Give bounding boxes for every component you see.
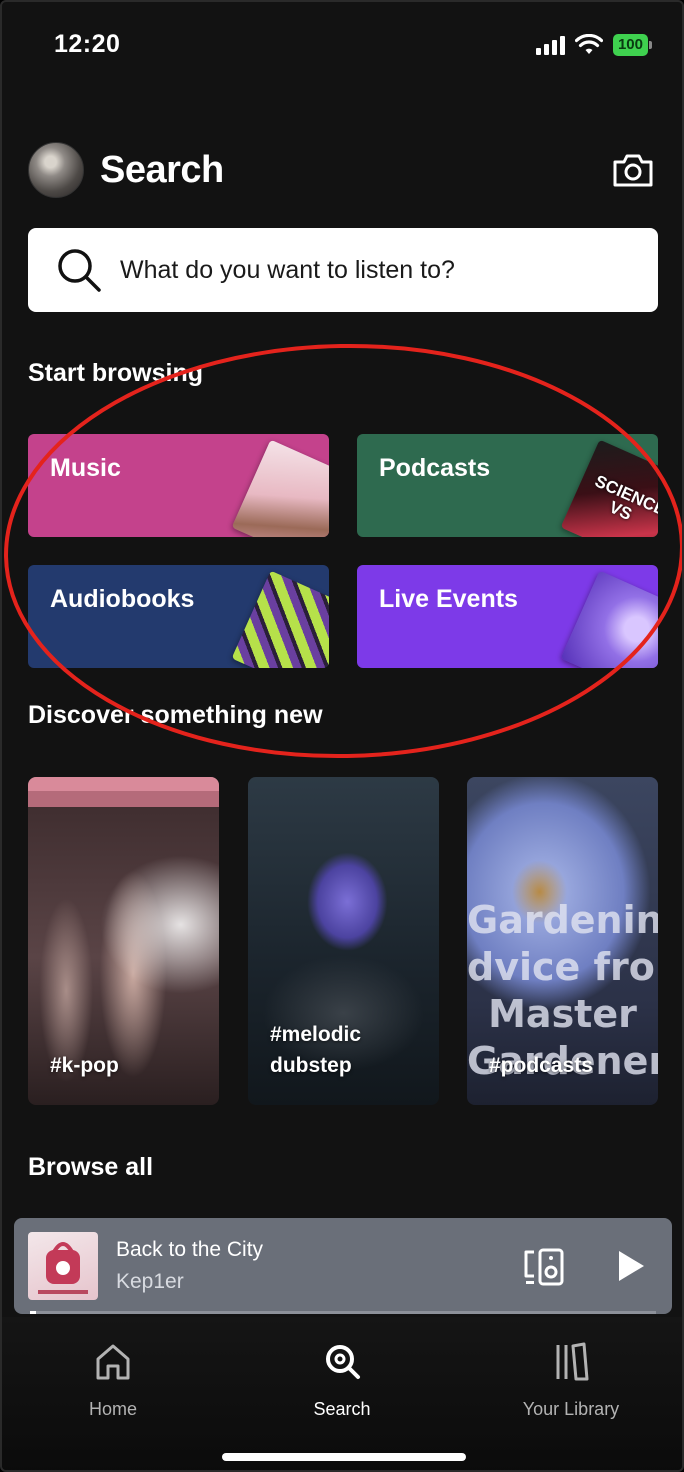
search-icon — [58, 249, 101, 292]
battery-icon: 100 — [612, 34, 653, 56]
wifi-icon — [574, 34, 603, 54]
bottom-nav: Home Search Your Library — [2, 1317, 682, 1470]
camera-button[interactable] — [610, 150, 656, 190]
track-artist: Kep1er — [116, 1270, 184, 1293]
podcast-cover-art: SCIENCE VS — [560, 439, 658, 537]
status-bar: 12:20 100 — [2, 30, 682, 64]
play-icon — [619, 1251, 644, 1281]
discover-card-melodic-dubstep-label: #melodic dubstep — [270, 1019, 361, 1081]
search-input[interactable]: What do you want to listen to? — [28, 228, 658, 312]
status-icons: 100 — [535, 34, 653, 56]
discover-card-podcasts[interactable]: Gardening dvice from Master Gardener #po… — [467, 777, 658, 1105]
nav-home[interactable]: Home — [23, 1339, 203, 1420]
browse-all-heading: Browse all — [28, 1153, 154, 1181]
play-button[interactable] — [612, 1248, 648, 1284]
playback-progress[interactable] — [30, 1311, 656, 1314]
page-title: Search — [100, 148, 224, 191]
bag-art-icon — [38, 1242, 88, 1294]
cellular-signal-icon — [535, 35, 565, 55]
camera-icon — [613, 154, 653, 187]
speaker-device-icon — [524, 1248, 564, 1286]
nav-library[interactable]: Your Library — [481, 1339, 661, 1420]
home-icon — [96, 1344, 130, 1380]
discover-card-podcasts-label: #podcasts — [489, 1054, 593, 1077]
art-line-3: Master — [488, 992, 637, 1036]
live-events-cover-art — [560, 570, 658, 668]
discover-card-kpop-label: #k-pop — [50, 1054, 119, 1077]
discover-card-melodic-dubstep[interactable]: #melodic dubstep — [248, 777, 439, 1105]
search-placeholder: What do you want to listen to? — [120, 255, 455, 284]
page-header: Search — [28, 140, 656, 200]
tile-podcasts[interactable]: Podcasts SCIENCE VS — [357, 434, 658, 537]
nav-library-label: Your Library — [522, 1399, 620, 1419]
now-playing-cover-art — [28, 1232, 98, 1300]
status-time: 12:20 — [54, 30, 121, 58]
home-indicator — [222, 1453, 466, 1461]
discover-card-kpop[interactable]: #k-pop — [28, 777, 219, 1105]
discover-heading: Discover something new — [28, 701, 323, 729]
nav-search-label: Search — [313, 1399, 371, 1419]
tile-live-events[interactable]: Live Events — [357, 565, 658, 668]
art-line-2: dvice from — [467, 945, 658, 989]
avatar[interactable] — [28, 142, 84, 198]
tile-audiobooks-label: Audiobooks — [50, 585, 195, 613]
tile-music-label: Music — [50, 454, 121, 482]
music-cover-art — [231, 439, 329, 537]
track-title: Back to the City — [116, 1238, 264, 1261]
search-icon — [326, 1345, 360, 1379]
art-line-1: Gardening — [467, 898, 658, 942]
now-playing-bar[interactable]: Back to the City Kep1er — [14, 1218, 672, 1314]
tile-live-events-label: Live Events — [379, 585, 518, 613]
search-screen: 12:20 100 Search What do you want to lis… — [0, 0, 684, 1472]
label-line-1: #melodic — [270, 1023, 362, 1046]
connect-device-button[interactable] — [522, 1246, 566, 1288]
label-line-2: dubstep — [270, 1054, 352, 1077]
playback-progress-fill — [30, 1311, 37, 1314]
podcast-cover-text: SCIENCE VS — [592, 471, 658, 525]
audiobook-cover-art — [231, 570, 329, 668]
tile-podcasts-label: Podcasts — [379, 454, 491, 482]
tile-music[interactable]: Music — [28, 434, 329, 537]
start-browsing-heading: Start browsing — [28, 359, 204, 387]
nav-home-label: Home — [88, 1399, 137, 1419]
nav-search[interactable]: Search — [252, 1339, 432, 1420]
tile-audiobooks[interactable]: Audiobooks — [28, 565, 329, 668]
library-icon — [556, 1342, 589, 1381]
